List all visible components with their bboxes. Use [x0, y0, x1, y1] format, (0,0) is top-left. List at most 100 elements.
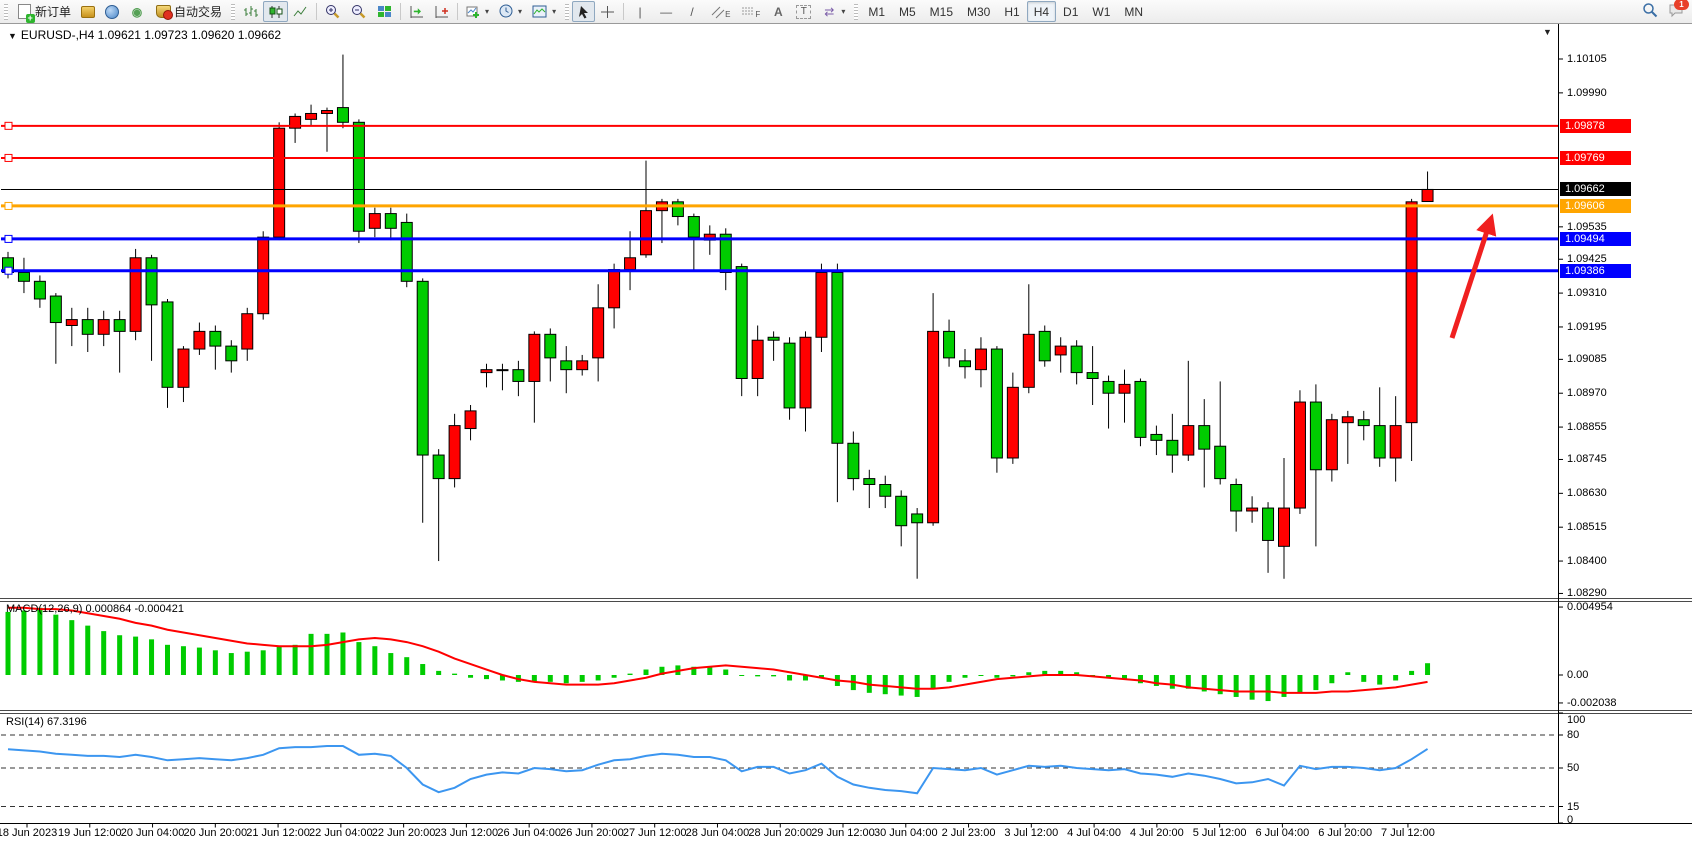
candle-body[interactable] [641, 211, 652, 255]
cursor-tool-button[interactable] [572, 1, 595, 22]
candle-body[interactable] [481, 370, 492, 373]
timeframe-m30-button[interactable]: M30 [960, 1, 997, 22]
candle-body[interactable] [513, 370, 524, 382]
candle-body[interactable] [752, 340, 763, 378]
candle-body[interactable] [1326, 420, 1337, 470]
candle-body[interactable] [800, 337, 811, 408]
candle-body[interactable] [529, 334, 540, 381]
channel-tool[interactable]: E [705, 1, 735, 22]
candle-body[interactable] [66, 320, 77, 326]
chart-profile-button[interactable] [76, 1, 100, 22]
price-line-handle[interactable] [5, 122, 12, 129]
candle-body[interactable] [1103, 381, 1114, 393]
candle-body[interactable] [864, 479, 875, 485]
candle-body[interactable] [1007, 387, 1018, 458]
horizontal-line-tool[interactable]: — [653, 1, 679, 22]
timeframe-m1-button[interactable]: M1 [861, 1, 892, 22]
timeframe-h1-button[interactable]: H1 [997, 1, 1026, 22]
candle-body[interactable] [162, 302, 173, 387]
candle-body[interactable] [369, 214, 380, 229]
candle-body[interactable] [210, 331, 221, 346]
candle-body[interactable] [337, 108, 348, 123]
candle-body[interactable] [1342, 417, 1353, 423]
candle-body[interactable] [1055, 346, 1066, 355]
candle-body[interactable] [1215, 446, 1226, 478]
timeframe-mn-button[interactable]: MN [1117, 1, 1150, 22]
search-button[interactable] [1642, 2, 1658, 21]
candle-body[interactable] [401, 222, 412, 281]
candle-body[interactable] [1422, 189, 1433, 201]
vertical-line-tool[interactable]: | [627, 1, 653, 22]
candle-body[interactable] [1087, 373, 1098, 379]
candle-body[interactable] [1071, 346, 1082, 373]
candle-body[interactable] [1406, 202, 1417, 423]
chart-shift-button[interactable] [429, 1, 454, 22]
arrows-tool[interactable]: ⇄ ▾ [816, 1, 850, 22]
candle-body[interactable] [146, 258, 157, 305]
candle-body[interactable] [609, 270, 620, 308]
candle-body[interactable] [114, 320, 125, 332]
candle-body[interactable] [18, 272, 29, 281]
candle-body[interactable] [1183, 426, 1194, 455]
timeframe-d1-button[interactable]: D1 [1056, 1, 1085, 22]
zoom-out-button[interactable] [346, 1, 372, 22]
candle-body[interactable] [98, 320, 109, 335]
candle-body[interactable] [1294, 402, 1305, 508]
candle-body[interactable] [768, 337, 779, 340]
candle-body[interactable] [784, 343, 795, 408]
candle-body[interactable] [82, 320, 93, 335]
timeframe-w1-button[interactable]: W1 [1085, 1, 1117, 22]
candle-body[interactable] [625, 258, 636, 270]
price-line-handle[interactable] [5, 202, 12, 209]
candle-body[interactable] [1199, 426, 1210, 450]
candle-body[interactable] [130, 258, 141, 332]
candle-body[interactable] [1310, 402, 1321, 470]
candle-body[interactable] [449, 426, 460, 479]
candle-body[interactable] [672, 202, 683, 217]
candle-body[interactable] [1135, 381, 1146, 437]
candle-body[interactable] [417, 281, 428, 455]
candle-body[interactable] [1231, 484, 1242, 511]
candle-body[interactable] [1358, 420, 1369, 426]
candle-body[interactable] [50, 296, 61, 323]
candle-body[interactable] [226, 346, 237, 361]
zoom-in-button[interactable] [320, 1, 346, 22]
candle-body[interactable] [816, 272, 827, 337]
candle-body[interactable] [912, 514, 923, 523]
candle-body[interactable] [1374, 426, 1385, 458]
autotrade-button[interactable]: 自动交易 [150, 1, 227, 22]
candle-body[interactable] [688, 217, 699, 238]
candle-body[interactable] [1390, 426, 1401, 458]
terminal-button[interactable] [100, 1, 124, 22]
chart-corner-marker-icon[interactable]: ▼ [1543, 27, 1552, 37]
fibonacci-tool[interactable]: F [735, 1, 765, 22]
candle-body[interactable] [465, 411, 476, 429]
candle-body[interactable] [1119, 384, 1130, 393]
text-tool[interactable]: A [765, 1, 791, 22]
timeframe-m15-button[interactable]: M15 [923, 1, 960, 22]
periods-button[interactable]: ▾ [494, 1, 527, 22]
timeframe-h4-button[interactable]: H4 [1027, 1, 1056, 22]
collapse-triangle-icon[interactable]: ▼ [8, 31, 17, 41]
notifications-button[interactable]: 1 [1668, 3, 1684, 21]
candle-body[interactable] [928, 331, 939, 522]
candle-body[interactable] [353, 122, 364, 231]
candle-body[interactable] [1247, 508, 1258, 511]
candle-body[interactable] [545, 334, 556, 358]
trendline-tool[interactable]: / [679, 1, 705, 22]
price-line-handle[interactable] [5, 267, 12, 274]
indicators-button[interactable]: ▾ [461, 1, 494, 22]
candle-body[interactable] [944, 331, 955, 358]
new-order-button[interactable]: + 新订单 [11, 1, 76, 22]
line-chart-button[interactable] [288, 1, 313, 22]
chart-plot[interactable]: ▼EURUSD-,H4 1.09621 1.09723 1.09620 1.09… [0, 23, 1692, 846]
chart-canvas[interactable] [0, 23, 1692, 846]
candle-body[interactable] [848, 443, 859, 478]
price-line-handle[interactable] [5, 235, 12, 242]
candle-body[interactable] [1023, 334, 1034, 387]
candle-body[interactable] [34, 281, 45, 299]
candle-body[interactable] [1263, 508, 1274, 540]
candle-body[interactable] [561, 361, 572, 370]
candle-body[interactable] [194, 331, 205, 349]
candle-body[interactable] [1279, 508, 1290, 546]
